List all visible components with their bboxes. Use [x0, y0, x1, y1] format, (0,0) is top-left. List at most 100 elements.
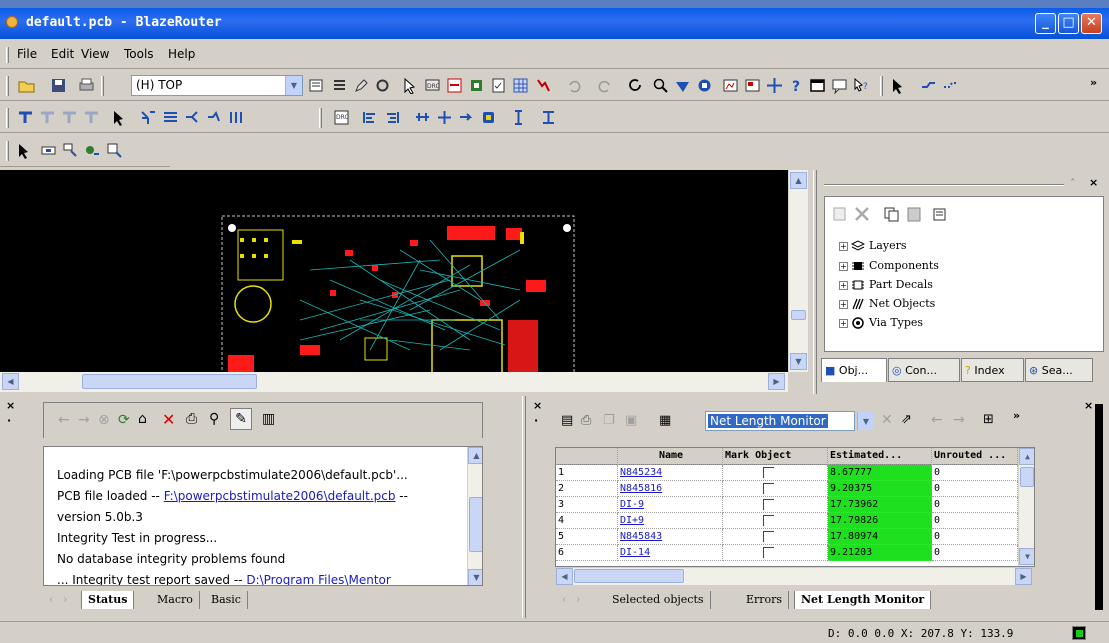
mark-object-checkbox[interactable]: [763, 547, 774, 558]
view-select[interactable]: Net Length Monitor: [705, 411, 855, 431]
row-index[interactable]: 1: [556, 465, 618, 481]
status-panel-close-icon[interactable]: ×: [6, 399, 15, 412]
tab-errors[interactable]: Errors: [740, 591, 790, 609]
net-name-link[interactable]: N845816: [618, 481, 723, 497]
export-icon[interactable]: ⇗: [901, 412, 912, 427]
tab-net-length-monitor[interactable]: Net Length Monitor: [794, 591, 932, 609]
menu-view[interactable]: View: [81, 47, 109, 61]
expand-icon[interactable]: +: [839, 241, 848, 251]
row-index[interactable]: 5: [556, 529, 618, 545]
tree-item-components[interactable]: + Components: [839, 259, 939, 275]
grid-vertical-scrollbar[interactable]: ▲ ▼: [1018, 448, 1034, 566]
paste-icon[interactable]: [905, 205, 923, 223]
tab-connectivity[interactable]: ◎ Con...: [888, 358, 960, 382]
mark-object-checkbox[interactable]: [763, 515, 774, 526]
row-index[interactable]: 4: [556, 513, 618, 529]
column-header-mark-object[interactable]: Mark Object: [723, 448, 828, 465]
tab-scroll-right-icon[interactable]: ›: [570, 591, 586, 609]
tab-search[interactable]: ⊛ Sea...: [1025, 358, 1093, 382]
tab-basic[interactable]: Basic: [205, 591, 248, 609]
zoom-icon[interactable]: [652, 77, 669, 94]
grid-vscroll-thumb[interactable]: [1020, 467, 1034, 487]
status-panel-pin-icon[interactable]: ·: [7, 414, 11, 427]
pcb-vscroll-thumb[interactable]: [791, 310, 806, 320]
route-mode-3-icon[interactable]: [61, 109, 78, 126]
net-name-link[interactable]: N845843: [618, 529, 723, 545]
home-icon[interactable]: ⌂: [138, 411, 147, 427]
panel-close-icon[interactable]: ×: [1089, 176, 1098, 189]
copy-icon[interactable]: ❐: [603, 413, 615, 428]
net-name-link[interactable]: DI-14: [618, 545, 723, 561]
minimize-button[interactable]: _: [1035, 13, 1056, 34]
undo-icon[interactable]: [566, 77, 583, 94]
route-mode-2-icon[interactable]: [39, 109, 56, 126]
report-path[interactable]: D:\Program Files\Mentor: [246, 573, 390, 585]
expand-icon[interactable]: +: [839, 280, 848, 290]
print-icon[interactable]: [78, 77, 95, 94]
tab-index[interactable]: ? Index: [961, 358, 1024, 382]
row-index[interactable]: 2: [556, 481, 618, 497]
forward-arrow-icon[interactable]: →: [953, 412, 965, 428]
log-vertical-scrollbar[interactable]: ▲ ▼: [467, 447, 482, 585]
tree-item-part-decals[interactable]: + Part Decals: [839, 278, 933, 294]
route-icon[interactable]: [446, 77, 463, 94]
scroll-down-icon[interactable]: ▼: [468, 569, 482, 585]
pcb-horizontal-scrollbar[interactable]: ◀ ▶: [0, 372, 788, 392]
tab-macro[interactable]: Macro: [151, 591, 200, 609]
scroll-right-icon[interactable]: ▶: [1015, 568, 1032, 585]
net-name-link[interactable]: N845234: [618, 465, 723, 481]
menu-file[interactable]: File: [17, 47, 37, 61]
stack-icon[interactable]: [540, 109, 557, 126]
redo-icon[interactable]: [596, 77, 613, 94]
splitter-right[interactable]: [813, 170, 817, 394]
pcb-hscroll-thumb[interactable]: [82, 374, 257, 389]
edit-pen-icon[interactable]: ✎: [230, 408, 252, 430]
right-panel-close-icon[interactable]: ×: [1084, 399, 1093, 412]
document-check-icon[interactable]: [490, 77, 507, 94]
swap-pins-icon[interactable]: [84, 142, 101, 159]
scroll-left-icon[interactable]: ◀: [2, 373, 19, 390]
layer-select[interactable]: (H) TOP ▼: [131, 75, 303, 96]
back-arrow-icon[interactable]: ←: [58, 412, 70, 428]
splitter-bottom[interactable]: [522, 396, 526, 618]
grid-hscroll-thumb[interactable]: [574, 569, 684, 583]
drc-icon[interactable]: DRC: [424, 77, 441, 94]
context-help-icon[interactable]: ?: [853, 77, 870, 94]
scroll-down-icon[interactable]: ▼: [1019, 548, 1034, 565]
select-pointer-icon[interactable]: [15, 142, 32, 159]
back-arrow-icon[interactable]: ←: [931, 412, 943, 428]
rotate-part-icon[interactable]: [62, 142, 79, 159]
drc-check-icon[interactable]: DRC: [333, 109, 350, 126]
scroll-left-icon[interactable]: ◀: [556, 568, 573, 585]
stop-icon[interactable]: ⊗: [98, 412, 110, 428]
tab-status[interactable]: Status: [81, 591, 135, 609]
scroll-down-icon[interactable]: ▼: [790, 353, 807, 370]
list-icon[interactable]: [331, 77, 348, 94]
refresh-icon[interactable]: ⟳: [118, 412, 130, 428]
maximize-button[interactable]: □: [1058, 13, 1079, 34]
column-header-estimated[interactable]: Estimated...: [828, 448, 932, 465]
split-route-icon[interactable]: [184, 109, 201, 126]
spreadsheet-panel-close-icon[interactable]: ×: [533, 399, 542, 412]
scroll-up-icon[interactable]: ▲: [790, 172, 807, 189]
move-part-icon[interactable]: [40, 142, 57, 159]
properties-icon[interactable]: ▤: [561, 413, 573, 428]
mark-object-checkbox[interactable]: [763, 483, 774, 494]
save-icon[interactable]: [50, 77, 67, 94]
grid-horizontal-scrollbar[interactable]: ◀ ▶: [556, 568, 1032, 585]
menu-tools[interactable]: Tools: [124, 47, 154, 61]
net-name-link[interactable]: DI+9: [618, 513, 723, 529]
align-left-icon[interactable]: [361, 109, 378, 126]
tree-item-net-objects[interactable]: + Net Objects: [839, 297, 935, 313]
component-icon[interactable]: [468, 77, 485, 94]
route-mode-4-icon[interactable]: [83, 109, 100, 126]
tab-objects[interactable]: ■ Obj...: [821, 358, 887, 382]
scroll-up-icon[interactable]: ▲: [468, 447, 482, 464]
mark-object-checkbox[interactable]: [763, 531, 774, 542]
paste-icon[interactable]: ▣: [625, 413, 637, 428]
close-button[interactable]: ✕: [1081, 13, 1102, 34]
cross-icon[interactable]: [436, 109, 453, 126]
columns-icon[interactable]: ▥: [262, 411, 275, 427]
trace-icon[interactable]: [920, 77, 937, 94]
swap-gates-icon[interactable]: [106, 142, 123, 159]
